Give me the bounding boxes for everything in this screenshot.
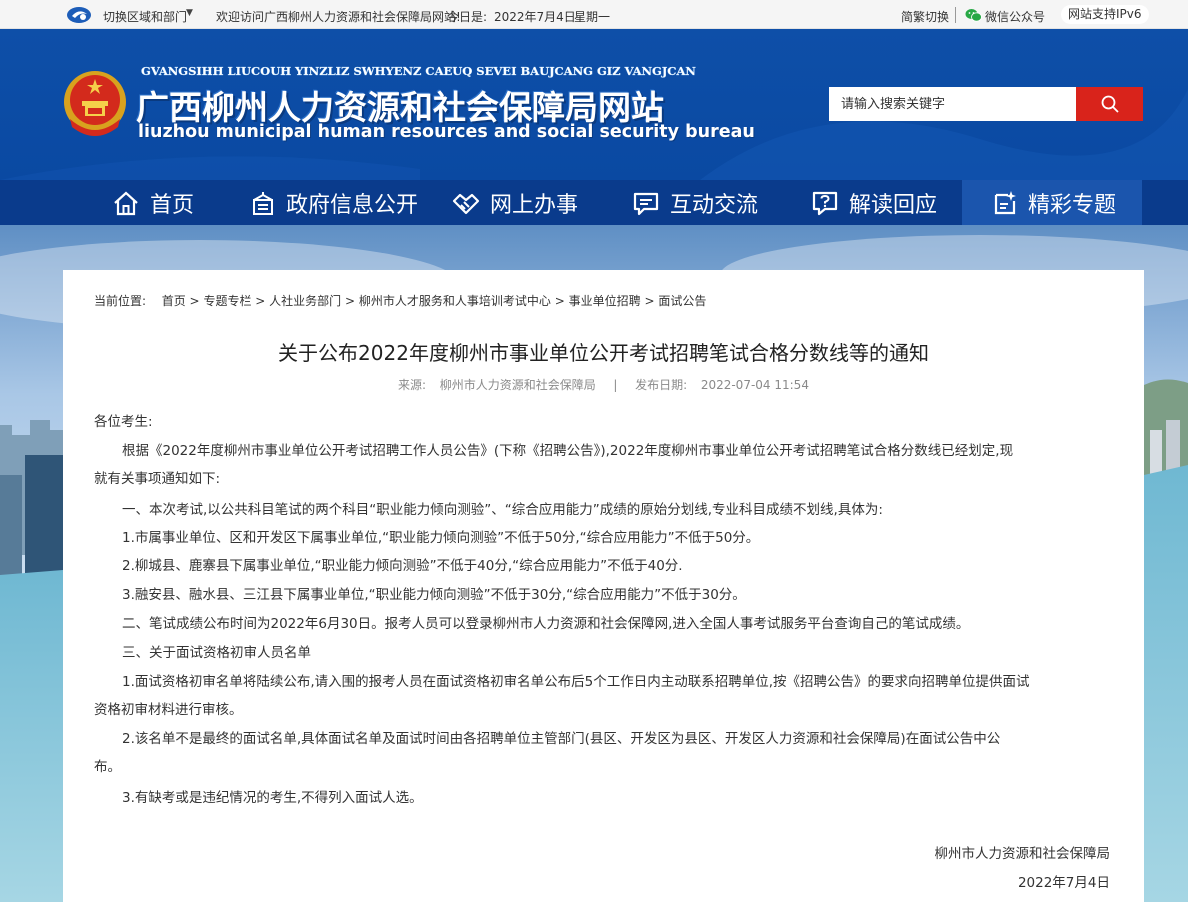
region-switch[interactable]: 切换区域和部门 (103, 8, 187, 25)
handshake-icon (452, 193, 480, 214)
main-nav: 首页 政府信息公开 网上办事 互动交流 解读回应 精彩专题 (0, 180, 1188, 225)
search-button[interactable] (1076, 87, 1143, 121)
breadcrumb-item-special[interactable]: 专题专栏 (203, 294, 251, 308)
article-paragraph: 布。 (94, 759, 121, 775)
breadcrumb-prefix: 当前位置: (94, 294, 147, 308)
nav-item-topics[interactable]: 精彩专题 (962, 180, 1142, 225)
building-icon (253, 191, 273, 215)
article-paragraph: 根据《2022年度柳州市事业单位公开考试招聘工作人员公告》(下称《招聘公告》),… (122, 443, 1014, 459)
breadcrumb-item-department[interactable]: 人社业务部门 (269, 294, 341, 308)
breadcrumb-separator: > (644, 294, 655, 308)
top-bar: 切换区域和部门 ▼ 欢迎访问广西柳州人力资源和社会保障局网站! 今日是: 202… (0, 0, 1188, 29)
question-icon (812, 191, 838, 215)
today-label: 今日是: (447, 10, 488, 24)
breadcrumb-item-home[interactable]: 首页 (162, 294, 186, 308)
article-signature: 柳州市人力资源和社会保障局 (934, 846, 1111, 862)
source-label: 来源: (398, 378, 427, 392)
home-icon (114, 191, 138, 215)
article-paragraph: 1.市属事业单位、区和开发区下属事业单位,“职业能力倾向测验”不低于50分,“综… (122, 530, 760, 546)
nav-item-label: 精彩专题 (1028, 192, 1117, 218)
nav-item-label: 首页 (150, 192, 195, 218)
chat-icon (633, 192, 659, 215)
site-english-title: liuzhou municipal human resources and so… (138, 122, 755, 142)
nav-item-interaction[interactable]: 互动交流 (632, 180, 758, 225)
article-paragraph: 资格初审材料进行审核。 (94, 702, 243, 718)
wechat-icon[interactable] (965, 8, 982, 22)
today-date: 2022年7月4日 (494, 10, 576, 24)
article-sign-date: 2022年7月4日 (1017, 875, 1110, 891)
breadcrumb-item-center[interactable]: 柳州市人才服务和人事培训考试中心 (359, 294, 551, 308)
divider (955, 7, 956, 23)
traditional-switch-link[interactable]: 简繁切换 (901, 8, 949, 25)
wechat-link[interactable]: 微信公众号 (985, 8, 1045, 25)
national-emblem-icon (64, 71, 126, 136)
site-header: GVANGSIHH LIUCOUH YINZLIZ SWHYENZ CAEUQ … (0, 29, 1188, 180)
breadcrumb: 当前位置: 首页 > 专题专栏 > 人社业务部门 > 柳州市人才服务和人事培训考… (94, 292, 706, 309)
today-weekday: 星期一 (574, 10, 611, 24)
site-logo-icon (67, 7, 91, 23)
breadcrumb-item-interview[interactable]: 面试公告 (658, 294, 706, 308)
nav-item-online-service[interactable]: 网上办事 (452, 180, 578, 225)
article-paragraph: 就有关事项通知如下: (94, 471, 221, 487)
article-panel: 当前位置: 首页 > 专题专栏 > 人社业务部门 > 柳州市人才服务和人事培训考… (63, 270, 1144, 902)
article-paragraph: 1.面试资格初审名单将陆续公布,请入围的报考人员在面试资格初审名单公布后5个工作… (122, 674, 1030, 690)
site-pinyin-title: GVANGSIHH LIUCOUH YINZLIZ SWHYENZ CAEUQ … (141, 64, 696, 78)
breadcrumb-item-recruit[interactable]: 事业单位招聘 (569, 294, 641, 308)
article-paragraph: 一、本次考试,以公共科目笔试的两个科目“职业能力倾向测验”、“综合应用能力”成绩… (122, 502, 883, 518)
source-value: 柳州市人力资源和社会保障局 (439, 378, 596, 392)
breadcrumb-separator: > (554, 294, 565, 308)
article-title: 关于公布2022年度柳州市事业单位公开考试招聘笔试合格分数线等的通知 (278, 341, 929, 365)
article-paragraph: 二、笔试成绩公布时间为2022年6月30日。报考人员可以登录柳州市人力资源和社会… (122, 616, 970, 632)
article-salutation: 各位考生: (94, 414, 153, 430)
caret-down-icon[interactable]: ▼ (186, 8, 193, 18)
article-paragraph: 3.融安县、融水县、三江县下属事业单位,“职业能力倾向测验”不低于30分,“综合… (122, 587, 746, 603)
nav-item-home[interactable]: 首页 (112, 180, 194, 225)
sparkle-icon (994, 190, 1016, 214)
article-paragraph: 三、关于面试资格初审人员名单 (122, 645, 311, 661)
nav-item-gov-info[interactable]: 政府信息公开 (250, 180, 418, 225)
breadcrumb-separator: > (345, 294, 356, 308)
nav-item-label: 政府信息公开 (286, 192, 419, 218)
welcome-text: 欢迎访问广西柳州人力资源和社会保障局网站! (216, 10, 461, 24)
search-input[interactable] (829, 87, 1076, 121)
article-paragraph: 2.柳城县、鹿寨县下属事业单位,“职业能力倾向测验”不低于40分,“综合应用能力… (122, 558, 683, 574)
publish-date-label: 发布日期: (635, 378, 688, 392)
nav-item-label: 解读回应 (849, 192, 938, 218)
search-icon (1101, 95, 1119, 113)
meta-divider: | (613, 378, 618, 392)
article-paragraph: 3.有缺考或是违纪情况的考生,不得列入面试人选。 (122, 790, 423, 806)
nav-item-interpretation[interactable]: 解读回应 (811, 180, 937, 225)
article-meta: 来源: 柳州市人力资源和社会保障局 | 发布日期: 2022-07-04 11:… (63, 376, 1144, 393)
nav-item-label: 互动交流 (670, 192, 759, 218)
publish-date-value: 2022-07-04 11:54 (700, 378, 809, 392)
ipv6-badge: 网站支持IPv6 (1061, 5, 1149, 24)
article-paragraph: 2.该名单不是最终的面试名单,具体面试名单及面试时间由各招聘单位主管部门(县区、… (122, 731, 1001, 747)
nav-item-label: 网上办事 (490, 192, 579, 218)
breadcrumb-separator: > (255, 294, 266, 308)
breadcrumb-separator: > (189, 294, 200, 308)
